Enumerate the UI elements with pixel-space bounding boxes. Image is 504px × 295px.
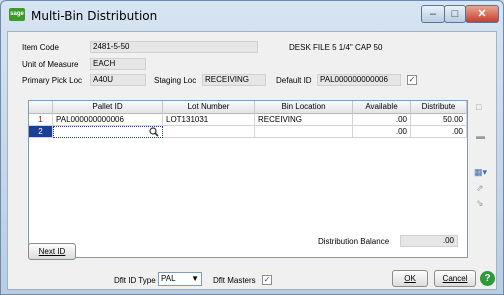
staging-field: RECEIVING — [202, 74, 266, 86]
dflt-masters-checkbox[interactable]: ✓ — [262, 275, 272, 285]
staging-label: Staging Loc — [154, 76, 197, 85]
chevron-down-icon[interactable]: ▼ — [191, 273, 199, 285]
pallet-id-input[interactable] — [53, 126, 163, 138]
col-lot-number[interactable]: Lot Number — [163, 101, 255, 114]
cancel-label: Cancel — [442, 274, 468, 283]
table-row[interactable]: 1 PAL000000000006 LOT131031 RECEIVING .0… — [29, 114, 467, 126]
next-id-button[interactable]: Next ID — [28, 243, 76, 260]
dflt-id-type-label: Dflt ID Type — [114, 276, 156, 285]
col-bin-location[interactable]: Bin Location — [255, 101, 353, 114]
lot-number-cell[interactable]: LOT131031 — [163, 114, 255, 126]
default-id-label: Default ID — [276, 76, 312, 85]
default-id-field: PAL000000000006 — [317, 74, 401, 86]
sage-app-icon: sage — [9, 8, 25, 21]
dflt-id-type-select[interactable]: PAL ▼ — [158, 272, 202, 286]
primary-pick-label: Primary Pick Loc — [22, 76, 83, 85]
lookup-icon[interactable] — [149, 127, 159, 137]
sort-descending-icon[interactable]: ⇘ — [476, 198, 484, 209]
distribution-balance-field: .00 — [400, 235, 458, 247]
title-bar[interactable]: sage Multi-Bin Distribution – □ ✕ — [1, 1, 503, 31]
next-id-label: Next ID — [38, 247, 66, 256]
item-description: DESK FILE 5 1/4" CAP 50 — [289, 43, 383, 52]
uom-label: Unit of Measure — [22, 60, 79, 69]
distribute-cell[interactable]: 50.00 — [411, 114, 467, 126]
pallet-id-cell[interactable]: PAL000000000006 — [53, 114, 163, 126]
item-code-field: 2481-5-50 — [90, 41, 258, 53]
insert-row-icon[interactable]: □ — [476, 102, 481, 112]
close-button[interactable]: ✕ — [465, 5, 499, 23]
row-number: 1 — [29, 114, 53, 126]
table-row[interactable]: 2 .00 .00 — [29, 126, 467, 138]
help-icon[interactable]: ? — [480, 271, 495, 286]
ok-label: OK — [404, 274, 416, 283]
sort-ascending-icon[interactable]: ⇗ — [476, 183, 484, 194]
uom-field: EACH — [90, 58, 146, 70]
maximize-button[interactable]: □ — [444, 5, 466, 23]
multi-bin-distribution-window: sage Multi-Bin Distribution – □ ✕ Item C… — [0, 0, 504, 295]
row-number: 2 — [29, 126, 53, 138]
delete-row-icon[interactable]: ▬ — [476, 131, 485, 141]
lot-number-cell[interactable] — [163, 126, 255, 138]
bin-location-cell[interactable] — [255, 126, 353, 138]
bin-location-cell[interactable]: RECEIVING — [255, 114, 353, 126]
primary-pick-field: A40U — [90, 74, 146, 86]
item-code-label: Item Code — [22, 43, 59, 52]
dialog-body: Item Code 2481-5-50 DESK FILE 5 1/4" CAP… — [7, 31, 497, 290]
grid-header: Pallet ID Lot Number Bin Location Availa… — [29, 101, 467, 114]
col-pallet-id[interactable]: Pallet ID — [53, 101, 163, 114]
dflt-id-type-value: PAL — [161, 274, 176, 283]
distribute-cell[interactable]: .00 — [411, 126, 467, 138]
available-cell: .00 — [353, 114, 411, 126]
customize-grid-icon[interactable]: ▦▾ — [474, 167, 487, 178]
default-id-checkbox[interactable]: ✓ — [407, 75, 417, 85]
minimize-button[interactable]: – — [421, 5, 445, 23]
dflt-masters-label: Dflt Masters — [213, 276, 256, 285]
col-rownum — [29, 101, 53, 114]
col-distribute[interactable]: Distribute — [411, 101, 467, 114]
available-cell: .00 — [353, 126, 411, 138]
cancel-button[interactable]: Cancel — [434, 270, 476, 287]
col-available[interactable]: Available — [353, 101, 411, 114]
window-title: Multi-Bin Distribution — [31, 9, 158, 23]
distribution-balance-label: Distribution Balance — [318, 237, 390, 246]
ok-button[interactable]: OK — [392, 270, 428, 287]
